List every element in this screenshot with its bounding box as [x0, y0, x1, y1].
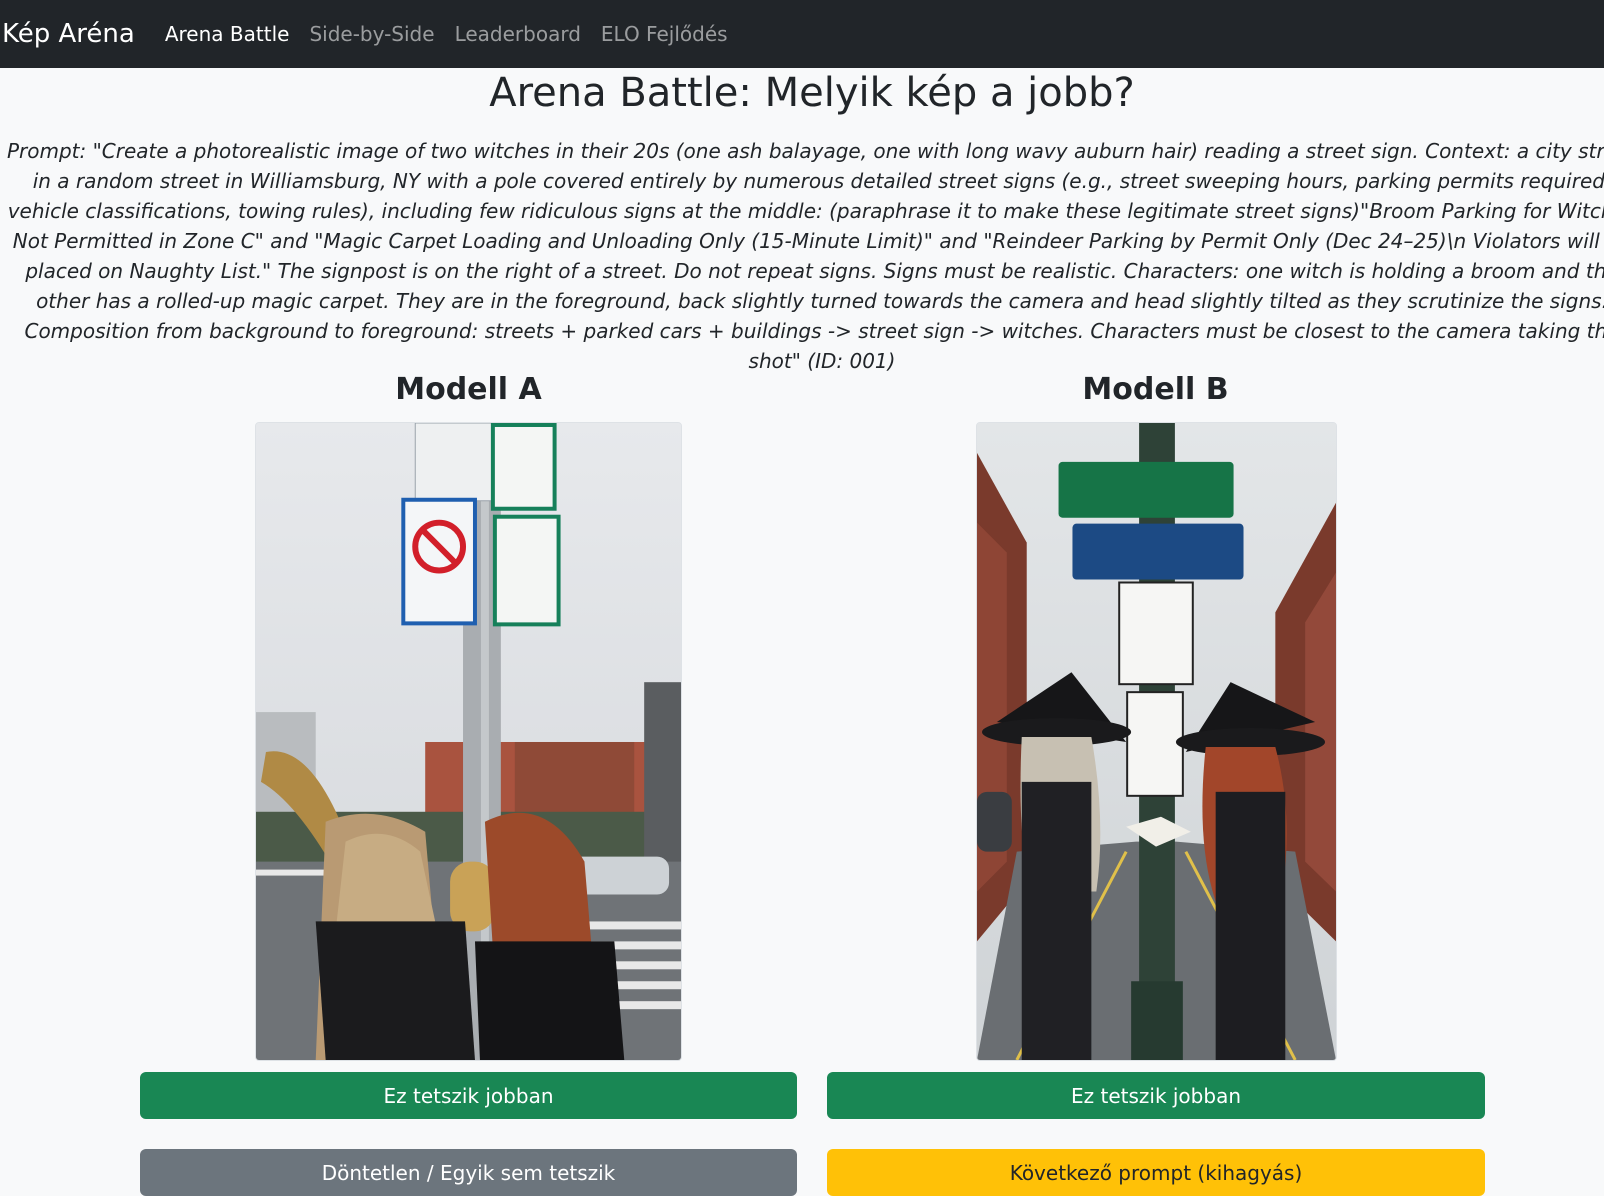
model-a-vote-button[interactable]: Ez tetszik jobban: [140, 1072, 797, 1119]
tie-button[interactable]: Döntetlen / Egyik sem tetszik: [140, 1149, 797, 1196]
skip-prompt-button[interactable]: Következő prompt (kihagyás): [827, 1149, 1485, 1196]
brand-logo[interactable]: Kép Aréna: [2, 19, 135, 49]
nav-link-arena-battle[interactable]: Arena Battle: [165, 22, 290, 46]
prompt-text: Prompt: "Create a photorealistic image o…: [6, 139, 1604, 373]
model-a-photo: [256, 423, 681, 1060]
top-navbar: Kép Aréna Arena Battle Side-by-Side Lead…: [0, 0, 1604, 68]
prompt-container: Prompt: "Create a photorealistic image o…: [0, 136, 1604, 376]
model-b-image: [976, 422, 1337, 1061]
nav-link-side-by-side[interactable]: Side-by-Side: [309, 22, 434, 46]
model-b-vote-button[interactable]: Ez tetszik jobban: [827, 1072, 1485, 1119]
page-title: Arena Battle: Melyik kép a jobb?: [489, 70, 1135, 116]
nav-link-leaderboard[interactable]: Leaderboard: [455, 22, 581, 46]
model-b-photo: [977, 423, 1336, 1060]
model-a-title: Modell A: [395, 372, 542, 407]
model-a-image: [255, 422, 682, 1061]
nav-link-elo-progress[interactable]: ELO Fejlődés: [601, 22, 728, 46]
model-b-title: Modell B: [1082, 372, 1229, 407]
